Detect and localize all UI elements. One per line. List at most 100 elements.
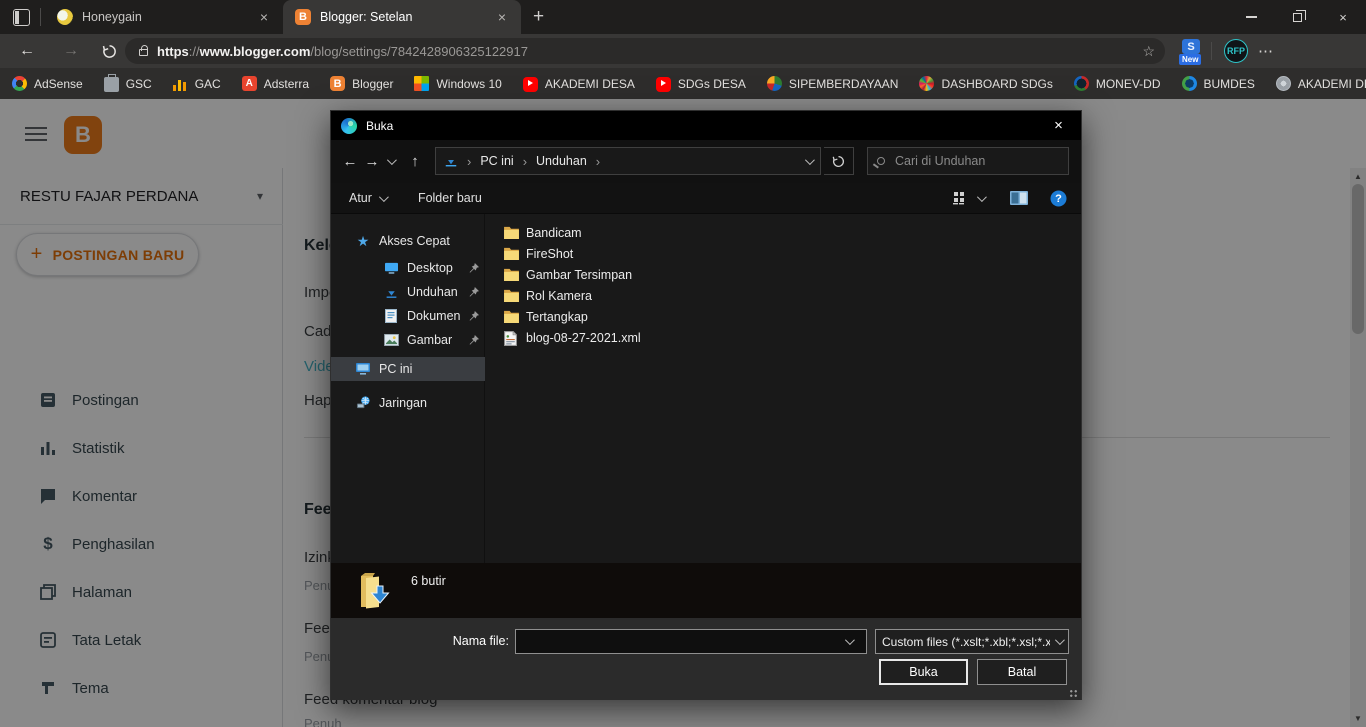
tree-desktop[interactable]: Desktop xyxy=(331,256,485,280)
xml-file-icon xyxy=(504,330,520,346)
organize-button[interactable]: Atur xyxy=(349,191,372,205)
blogger-icon: B xyxy=(330,76,346,91)
dialog-toolbar: Atur Folder baru ? xyxy=(331,183,1081,214)
toolbar-separator xyxy=(1211,42,1212,60)
breadcrumb-bar[interactable]: › PC ini › Unduhan › xyxy=(435,147,821,175)
file-list: Bandicam FireShot Gambar Tersimpan Rol K… xyxy=(486,214,1081,563)
bookmark-akademi-desa[interactable]: AKADEMI DESA xyxy=(522,75,635,92)
downloads-folder-icon xyxy=(445,154,457,167)
lock-icon[interactable] xyxy=(139,45,148,56)
search-input[interactable]: Cari di Unduhan xyxy=(867,147,1069,175)
file-row[interactable]: blog-08-27-2021.xml xyxy=(504,327,641,348)
file-row[interactable]: Gambar Tersimpan xyxy=(504,264,632,285)
folder-icon xyxy=(504,268,520,282)
bookmark-monev-dd[interactable]: MONEV-DD xyxy=(1073,76,1161,91)
nav-history-chevron-icon[interactable] xyxy=(386,155,397,166)
tab-bar: Honeygain × B Blogger: Setelan × + × xyxy=(0,0,1366,34)
close-window-button[interactable]: × xyxy=(1320,0,1366,34)
tab-close-icon[interactable]: × xyxy=(493,9,511,25)
view-details-icon[interactable] xyxy=(952,190,968,206)
bookmark-blogger[interactable]: B Blogger xyxy=(330,76,393,91)
back-button[interactable]: ← xyxy=(12,42,42,60)
tree-documents[interactable]: Dokumen xyxy=(331,304,485,328)
add-favorite-icon[interactable]: ☆ xyxy=(1142,43,1155,60)
honeygain-favicon xyxy=(57,9,73,25)
refresh-button[interactable] xyxy=(824,147,854,175)
nav-back-icon[interactable]: ← xyxy=(339,153,361,170)
tree-this-pc[interactable]: PC ini xyxy=(331,357,485,381)
forward-button[interactable]: → xyxy=(56,42,86,60)
preview-pane-icon[interactable] xyxy=(1010,191,1028,205)
tab-actions-menu-icon[interactable] xyxy=(13,8,30,26)
tree-network[interactable]: Jaringan xyxy=(331,391,485,415)
nav-up-icon[interactable]: ↑ xyxy=(404,153,426,170)
item-count: 6 butir xyxy=(411,574,446,588)
file-row[interactable]: Bandicam xyxy=(504,222,582,243)
bookmark-gac[interactable]: GAC xyxy=(172,76,221,91)
help-button[interactable]: ? xyxy=(1050,190,1067,207)
minimize-button[interactable] xyxy=(1228,0,1274,34)
dialog-main: ★ Akses Cepat Desktop Unduhan Dokumen Ga… xyxy=(331,214,1081,563)
bookmark-dashboard-sdgs[interactable]: DASHBOARD SDGs xyxy=(919,76,1053,91)
bookmark-bumdes[interactable]: BUMDES xyxy=(1181,76,1255,91)
bookmark-sipemberdayaan[interactable]: SIPEMBERDAYAAN xyxy=(766,76,898,91)
new-tab-button[interactable]: + xyxy=(533,6,544,28)
svg-text:?: ? xyxy=(1055,193,1062,205)
address-dropdown-icon[interactable] xyxy=(804,154,815,165)
pin-icon xyxy=(469,311,479,321)
extension-new-badge: New xyxy=(1179,54,1202,65)
nav-forward-icon[interactable]: → xyxy=(361,153,383,170)
bookmark-adsterra[interactable]: A Adsterra xyxy=(241,76,309,91)
youtube-icon xyxy=(655,77,671,92)
dialog-close-button[interactable]: × xyxy=(1036,111,1081,140)
filename-input[interactable] xyxy=(515,629,867,654)
folder-icon xyxy=(504,310,520,324)
tree-downloads[interactable]: Unduhan xyxy=(331,280,485,304)
tab-blogger-setelan[interactable]: B Blogger: Setelan × xyxy=(283,0,521,34)
briefcase-icon xyxy=(103,74,119,92)
tab-title: Honeygain xyxy=(82,10,142,24)
url-bar[interactable]: https://www.blogger.com/blog/settings/78… xyxy=(125,38,1165,64)
quick-access-star-icon: ★ xyxy=(356,232,370,249)
resize-grip[interactable] xyxy=(1069,689,1078,698)
cancel-button[interactable]: Batal xyxy=(977,659,1067,685)
breadcrumb-root[interactable]: PC ini xyxy=(480,154,513,168)
crumb-chevron-icon: › xyxy=(467,153,472,169)
breadcrumb-folder[interactable]: Unduhan xyxy=(536,154,587,168)
open-button[interactable]: Buka xyxy=(879,659,968,685)
bookmark-akademi-desa-2[interactable]: AKADEMI DESA xyxy=(1275,76,1366,91)
extension-button[interactable]: S New xyxy=(1179,39,1203,65)
browser-menu-icon[interactable]: ⋯ xyxy=(1258,42,1274,60)
extension-icon: S xyxy=(1182,39,1200,54)
file-row[interactable]: Tertangkap xyxy=(504,306,588,327)
view-chevron-icon[interactable] xyxy=(976,191,987,202)
browser-profile-avatar[interactable]: RFP xyxy=(1224,39,1248,63)
file-row[interactable]: Rol Kamera xyxy=(504,285,592,306)
tree-quick-access[interactable]: ★ Akses Cepat xyxy=(331,229,485,253)
bookmark-sdgs-desa[interactable]: SDGs DESA xyxy=(655,75,746,92)
folder-icon xyxy=(504,289,520,303)
bumdes-icon xyxy=(1181,76,1197,91)
new-folder-button[interactable]: Folder baru xyxy=(418,191,482,205)
organize-chevron-icon xyxy=(378,191,389,202)
url-path: /blog/settings/7842428906325122917 xyxy=(310,43,528,59)
filetype-select[interactable]: Custom files (*.xslt;*.xbl;*.xsl;*.x xyxy=(875,629,1069,654)
dialog-title-bar[interactable]: Buka xyxy=(331,111,1081,140)
tab-honeygain[interactable]: Honeygain × xyxy=(45,0,283,34)
bookmark-adsense[interactable]: AdSense xyxy=(12,76,83,91)
refresh-icon xyxy=(832,155,845,167)
filetype-value: Custom files (*.xslt;*.xbl;*.xsl;*.x xyxy=(882,634,1050,649)
bookmark-gsc[interactable]: GSC xyxy=(103,74,152,92)
tree-pictures[interactable]: Gambar xyxy=(331,328,485,352)
bookmark-windows10[interactable]: Windows 10 xyxy=(414,76,502,91)
refresh-button[interactable] xyxy=(102,44,117,59)
restore-button[interactable] xyxy=(1274,0,1320,34)
screen: Honeygain × B Blogger: Setelan × + × ← →… xyxy=(0,0,1366,727)
file-row[interactable]: FireShot xyxy=(504,243,573,264)
folder-icon xyxy=(504,247,520,261)
bar-chart-icon xyxy=(172,76,188,91)
browser-toolbar: ← → https://www.blogger.com/blog/setting… xyxy=(0,34,1366,68)
pin-icon xyxy=(469,287,479,297)
tab-close-icon[interactable]: × xyxy=(255,9,273,25)
dialog-status-bar: 6 butir xyxy=(331,563,1081,618)
